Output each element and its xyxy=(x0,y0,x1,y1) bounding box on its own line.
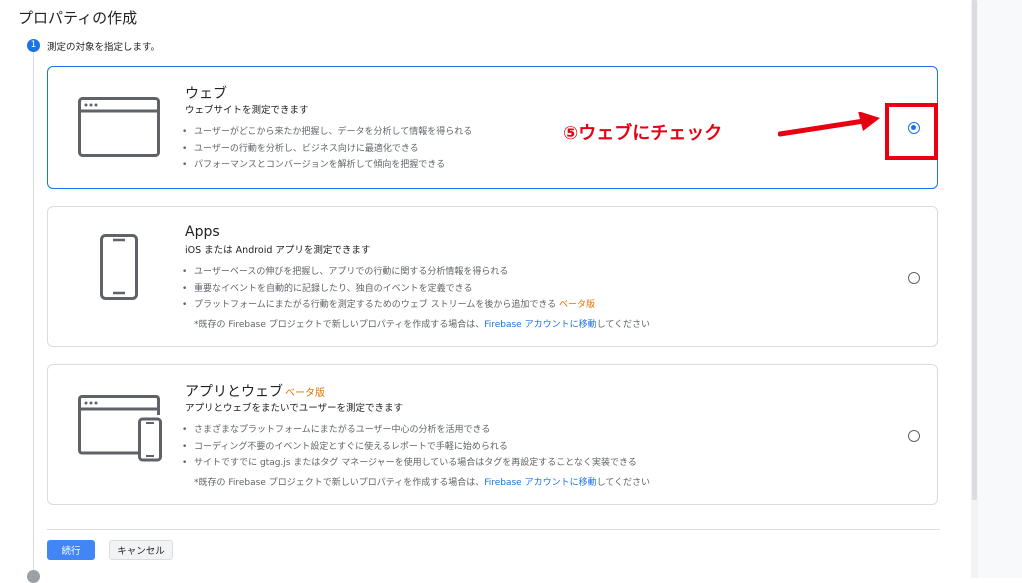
card-subtitle-web: ウェブサイトを測定できます xyxy=(185,105,309,116)
step-1-badge: 1 xyxy=(27,39,40,52)
option-card-apps[interactable]: Apps iOS または Android アプリを測定できます ユーザーベースの… xyxy=(47,206,938,347)
browser-window-icon xyxy=(78,97,160,157)
card-bullets-web: ユーザーがどこから来たか把握し、データを分析して情報を得られる ユーザーの行動を… xyxy=(180,124,472,174)
firebase-note: *既存の Firebase プロジェクトで新しいプロパティを作成する場合は、Fi… xyxy=(194,317,650,330)
browser-and-phone-icon xyxy=(78,395,162,462)
step-2-badge xyxy=(27,570,40,583)
annotation-arrow-icon xyxy=(778,112,880,137)
card-bullets-app-and-web: さまざまなプラットフォームにまたがるユーザー中心の分析を活用できる コーディング… xyxy=(180,422,637,472)
annotation-label: ⑤ウェブにチェック xyxy=(563,123,723,144)
option-card-app-and-web[interactable]: アプリとウェブベータ版 アプリとウェブをまたいでユーザーを測定できます さまざま… xyxy=(47,364,938,505)
card-bullets-apps: ユーザーベースの伸びを把握し、アプリでの行動に関する分析情報を得られる 重要なイ… xyxy=(180,264,595,314)
radio-app-and-web[interactable] xyxy=(908,430,920,442)
card-title-app-and-web: アプリとウェブ ベータ版 xyxy=(185,381,325,401)
right-gutter xyxy=(978,0,1022,578)
scrollbar-thumb[interactable] xyxy=(972,0,977,500)
annotation-highlight-box xyxy=(885,103,938,160)
card-title-apps: Apps xyxy=(185,224,220,240)
list-item: ユーザーベースの伸びを把握し、アプリでの行動に関する分析情報を得られる xyxy=(180,264,595,281)
continue-button[interactable]: 続行 xyxy=(47,540,95,560)
card-title-text: アプリとウェブ xyxy=(185,384,283,400)
note-text: してください xyxy=(596,320,651,330)
bullet-text: プラットフォームにまたがる行動を測定するためのウェブ ストリームを後から追加でき… xyxy=(194,300,557,310)
firebase-note: *既存の Firebase プロジェクトで新しいプロパティを作成する場合は、Fi… xyxy=(194,475,650,488)
list-item: サイトですでに gtag.js またはタグ マネージャーを使用している場合はタグ… xyxy=(180,455,637,472)
list-item: プラットフォームにまたがる行動を測定するためのウェブ ストリームを後から追加でき… xyxy=(180,297,595,314)
beta-badge: ベータ版 xyxy=(285,388,325,399)
cancel-button[interactable]: キャンセル xyxy=(109,540,173,560)
list-item: さまざまなプラットフォームにまたがるユーザー中心の分析を活用できる xyxy=(180,422,637,439)
card-title-web: ウェブ xyxy=(185,86,227,102)
beta-badge: ベータ版 xyxy=(559,300,596,310)
radio-apps[interactable] xyxy=(908,272,920,284)
list-item: 重要なイベントを自動的に記録したり、独自のイベントを定義できる xyxy=(180,281,595,298)
divider xyxy=(47,529,940,530)
firebase-account-link[interactable]: Firebase アカウントに移動 xyxy=(484,478,596,488)
page-title: プロパティの作成 xyxy=(18,9,138,27)
smartphone-icon xyxy=(100,234,138,300)
note-text: *既存の Firebase プロジェクトで新しいプロパティを作成する場合は、 xyxy=(194,320,485,330)
step-connector-line xyxy=(33,52,34,574)
step-1-label: 測定の対象を指定します。 xyxy=(47,42,161,53)
list-item: ユーザーがどこから来たか把握し、データを分析して情報を得られる xyxy=(180,124,472,141)
note-text: してください xyxy=(596,478,651,488)
list-item: コーディング不要のイベント設定とすぐに使えるレポートで手軽に始められる xyxy=(180,439,637,456)
card-subtitle-app-and-web: アプリとウェブをまたいでユーザーを測定できます xyxy=(185,403,404,414)
list-item: パフォーマンスとコンバージョンを解析して傾向を把握できる xyxy=(180,157,472,174)
list-item: ユーザーの行動を分析し、ビジネス向けに最適化できる xyxy=(180,141,472,158)
firebase-account-link[interactable]: Firebase アカウントに移動 xyxy=(484,320,596,330)
note-text: *既存の Firebase プロジェクトで新しいプロパティを作成する場合は、 xyxy=(194,478,485,488)
card-subtitle-apps: iOS または Android アプリを測定できます xyxy=(185,245,371,256)
